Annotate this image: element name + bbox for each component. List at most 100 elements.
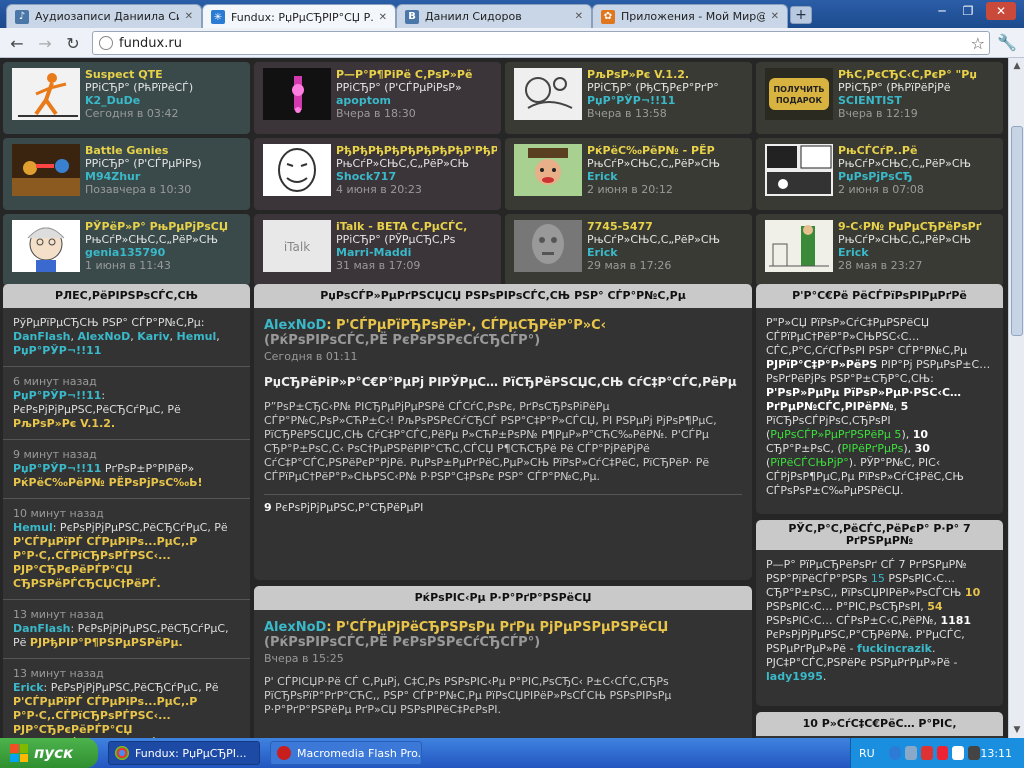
back-icon[interactable]: ←	[6, 33, 28, 53]
work-title[interactable]: РљРѕР»Рє V.1.2.	[587, 68, 748, 81]
tab-audio[interactable]: ♪ Аудиозаписи Даниила Си... ✕	[6, 4, 202, 28]
scroll-up-icon[interactable]: ▲	[1009, 58, 1024, 74]
language-indicator[interactable]: RU	[859, 747, 875, 760]
new-tab-button[interactable]: +	[790, 6, 812, 24]
work-author[interactable]: M94Zhur	[85, 170, 246, 183]
user-link[interactable]: Hemul	[177, 330, 217, 343]
stats-text: Р—Р° РїРµСЂРёРѕРґ СЃ 7 РґРЅРµР№ РЅР°РїРё…	[766, 558, 981, 683]
taskbar-item-flash[interactable]: Macromedia Flash Pro...	[270, 741, 422, 765]
user-link[interactable]: РџР°РЎР¬!!11	[13, 389, 101, 402]
work-author[interactable]: Shock717	[336, 170, 497, 183]
work-card[interactable]: ПОЛУЧИТЬ ПОДАРОК РћС‚РєСЂС‹С‚РєР° "Рџ РРі…	[756, 62, 1003, 134]
work-title[interactable]: 9-С‹Р№ РџРµСЂРёРѕРґ	[838, 220, 999, 233]
taskbar-item-chrome[interactable]: Fundux: РџРµСЂРІ...	[108, 741, 260, 765]
start-button[interactable]: пуск	[0, 738, 98, 768]
work-card[interactable]: РќРёС‰РёР№ - РЁР РњСѓР»СЊС‚С„РёР»СЊ Eric…	[505, 138, 752, 210]
post-title[interactable]: AlexNoD: Р'СЃРµРїРЂРѕРёР·, СЃРµСЂРёР°Р»С…	[264, 318, 742, 348]
thumb-stick	[12, 68, 80, 120]
work-link[interactable]: РќРёС‰РёР№ РЁРѕРјРѕС‰Ь!	[13, 476, 203, 489]
work-author[interactable]: SCIENTIST	[838, 94, 999, 107]
work-time: Позавчера в 10:30	[85, 183, 192, 196]
work-title[interactable]: РЎРёР»Р° РњРµРјРѕСЏ	[85, 220, 246, 233]
task-title[interactable]: AlexNoD: Р'СЃРµРјРёСЂРЅРѕРµ РґРµ РјРµРЅР…	[264, 620, 742, 650]
user-link[interactable]: DanFlash	[13, 622, 70, 635]
work-link[interactable]: Р'СЃРµРїРЃ СЃРµРіРѕ...РµС‚.Р Р°Р·С‚.СЃРї…	[13, 535, 197, 590]
user-link[interactable]: fuckincrazik	[857, 642, 932, 655]
user-link[interactable]: РџР°РЎР¬!!11	[13, 462, 101, 475]
work-author[interactable]: K2_DuDe	[85, 94, 246, 107]
work-author[interactable]: РџР°РЎР¬!!11	[587, 94, 748, 107]
antivirus-icon[interactable]	[920, 746, 933, 760]
work-type: РРіСЂР° (Р'СЃРµРіРѕ)	[85, 157, 202, 170]
user-link[interactable]: Hemul	[13, 521, 53, 534]
user-link[interactable]: Kariv	[137, 330, 169, 343]
post-title-text[interactable]: : Р'СЃРµРјРёСЂРЅРѕРµ РґРµ РјРµРЅРµРЅРёСЏ	[326, 620, 668, 635]
tab-profile[interactable]: B Даниил Сидоров ✕	[396, 4, 592, 28]
work-card[interactable]: 7745-5477 РњСѓР»СЊС‚С„РёР»СЊ Erick 29 ма…	[505, 214, 752, 286]
fundux-icon: ✳	[211, 10, 225, 24]
wrench-icon[interactable]: 🔧	[997, 33, 1017, 52]
user-link[interactable]: Erick	[13, 681, 44, 694]
comments-link[interactable]: 9 РєРѕРјРјРµРЅС‚Р°СЂРёРµРІ	[264, 501, 742, 514]
network-icon[interactable]	[888, 746, 901, 760]
info-text: РїСЂРѕСЃРјРѕС‚СЂРѕРІ	[766, 414, 891, 427]
post-author[interactable]: AlexNoD	[264, 620, 326, 635]
user-link[interactable]: lady1995	[766, 670, 823, 683]
work-title[interactable]: Suspect QTE	[85, 68, 246, 81]
work-author[interactable]: Erick	[587, 246, 748, 259]
work-title[interactable]: Battle Genies	[85, 144, 246, 157]
work-title[interactable]: РќРёС‰РёР№ - РЁР	[587, 144, 748, 157]
display-icon[interactable]	[904, 746, 917, 760]
user-link[interactable]: DanFlash	[13, 330, 70, 343]
work-card[interactable]: Battle Genies РРіСЂР° (Р'СЃРµРіРѕ) M94Zh…	[3, 138, 250, 210]
vertical-scrollbar[interactable]: ▲ ▼	[1008, 58, 1024, 738]
tab-fundux[interactable]: ✳ Fundux: РџРµСЂРІР°СЏ Р... ✕	[202, 4, 396, 29]
work-card[interactable]: iTalk iTalk - BETA С‚РµСЃС‚ РРіСЂР° (РЎР…	[254, 214, 501, 286]
work-card[interactable]: Suspect QTE РРіСЂР° (РћРїРёСЃ) K2_DuDe С…	[3, 62, 250, 134]
forward-icon[interactable]: →	[34, 33, 56, 53]
work-link[interactable]: Р'СЃРµРїРЃ СЃРµРіРѕ...РµС‚.Р Р°Р·С‚.СЃРї…	[13, 695, 197, 738]
thumb-battle	[12, 144, 80, 196]
work-author[interactable]: Erick	[838, 246, 999, 259]
work-card[interactable]: РљРѕР»Рє V.1.2. РРіСЂР° (РђСЂРєР°РґР° Рџ…	[505, 62, 752, 134]
address-bar[interactable]: fundux.ru ☆	[92, 31, 990, 55]
work-author[interactable]: Marri-Maddi	[336, 246, 497, 259]
work-title[interactable]: Р—Р°Р¶РіРё С‚РѕР»Рё	[336, 68, 497, 81]
work-title[interactable]: 7745-5477	[587, 220, 748, 233]
minimize-button[interactable]: ─	[930, 2, 954, 20]
work-card[interactable]: РђРђРђРђРђРђРђРђР'РђР РњСѓР»СЊС‚С„РёР»СЊ…	[254, 138, 501, 210]
work-card[interactable]: Р—Р°Р¶РіРё С‚РѕР»Рё РРіСЂР° (Р'СЃРµРіРѕР…	[254, 62, 501, 134]
close-icon[interactable]: ✕	[575, 11, 583, 22]
work-link[interactable]: РЈРђРІР°Р¶РЅРµРЅРёРµ.	[30, 636, 183, 649]
close-icon[interactable]: ✕	[185, 11, 193, 22]
work-author[interactable]: apoptom	[336, 94, 497, 107]
star-icon[interactable]: ☆	[971, 34, 985, 53]
scroll-down-icon[interactable]: ▼	[1009, 722, 1024, 738]
close-icon[interactable]: ✕	[379, 12, 387, 23]
tray-app-icon[interactable]	[936, 746, 949, 760]
scroll-thumb[interactable]	[1011, 126, 1023, 336]
work-title[interactable]: РђРђРђРђРђРђРђРђР'РђР	[336, 144, 497, 157]
close-window-button[interactable]: ✕	[986, 2, 1016, 20]
work-title[interactable]: РњСЃСѓР..Рё	[838, 144, 999, 157]
post-author[interactable]: AlexNoD	[264, 318, 326, 333]
work-title[interactable]: РћС‚РєСЂС‹С‚РєР° "Рџ	[838, 68, 999, 81]
user-link[interactable]: РџР°РЎР¬!!11	[13, 344, 101, 357]
maximize-button[interactable]: ❐	[956, 2, 980, 20]
keyboard-icon[interactable]	[968, 746, 981, 760]
volume-icon[interactable]	[952, 746, 965, 760]
work-author[interactable]: genia135790	[85, 246, 246, 259]
work-card[interactable]: 9-С‹Р№ РџРµСЂРёРѕРґ РњСѓР»СЊС‚С„РёР»СЊ E…	[756, 214, 1003, 286]
work-link[interactable]: РљРѕР»Рє V.1.2.	[13, 417, 115, 430]
work-author[interactable]: Erick	[587, 170, 748, 183]
address-text[interactable]: fundux.ru	[119, 36, 182, 51]
work-card[interactable]: РЎРёР»Р° РњРµРјРѕСЏ РњСѓР»СЊС‚С„РёР»СЊ g…	[3, 214, 250, 286]
tab-apps[interactable]: ✿ Приложения - Мой Мир@... ✕	[592, 4, 788, 28]
user-link[interactable]: AlexNoD	[77, 330, 130, 343]
work-author[interactable]: РџРѕРјРѕСЂ	[838, 170, 999, 183]
close-icon[interactable]: ✕	[771, 11, 779, 22]
work-card[interactable]: РњСЃСѓР..Рё РњСѓР»СЊС‚С„РёР»СЊ РџРѕРјРѕС…	[756, 138, 1003, 210]
reload-icon[interactable]: ↻	[62, 33, 84, 53]
work-title[interactable]: iTalk - BETA С‚РµСЃС‚	[336, 220, 497, 233]
post-title-text[interactable]: : Р'СЃРµРїРЂРѕРёР·, СЃРµСЂРёР°Р»С‹	[326, 318, 606, 333]
